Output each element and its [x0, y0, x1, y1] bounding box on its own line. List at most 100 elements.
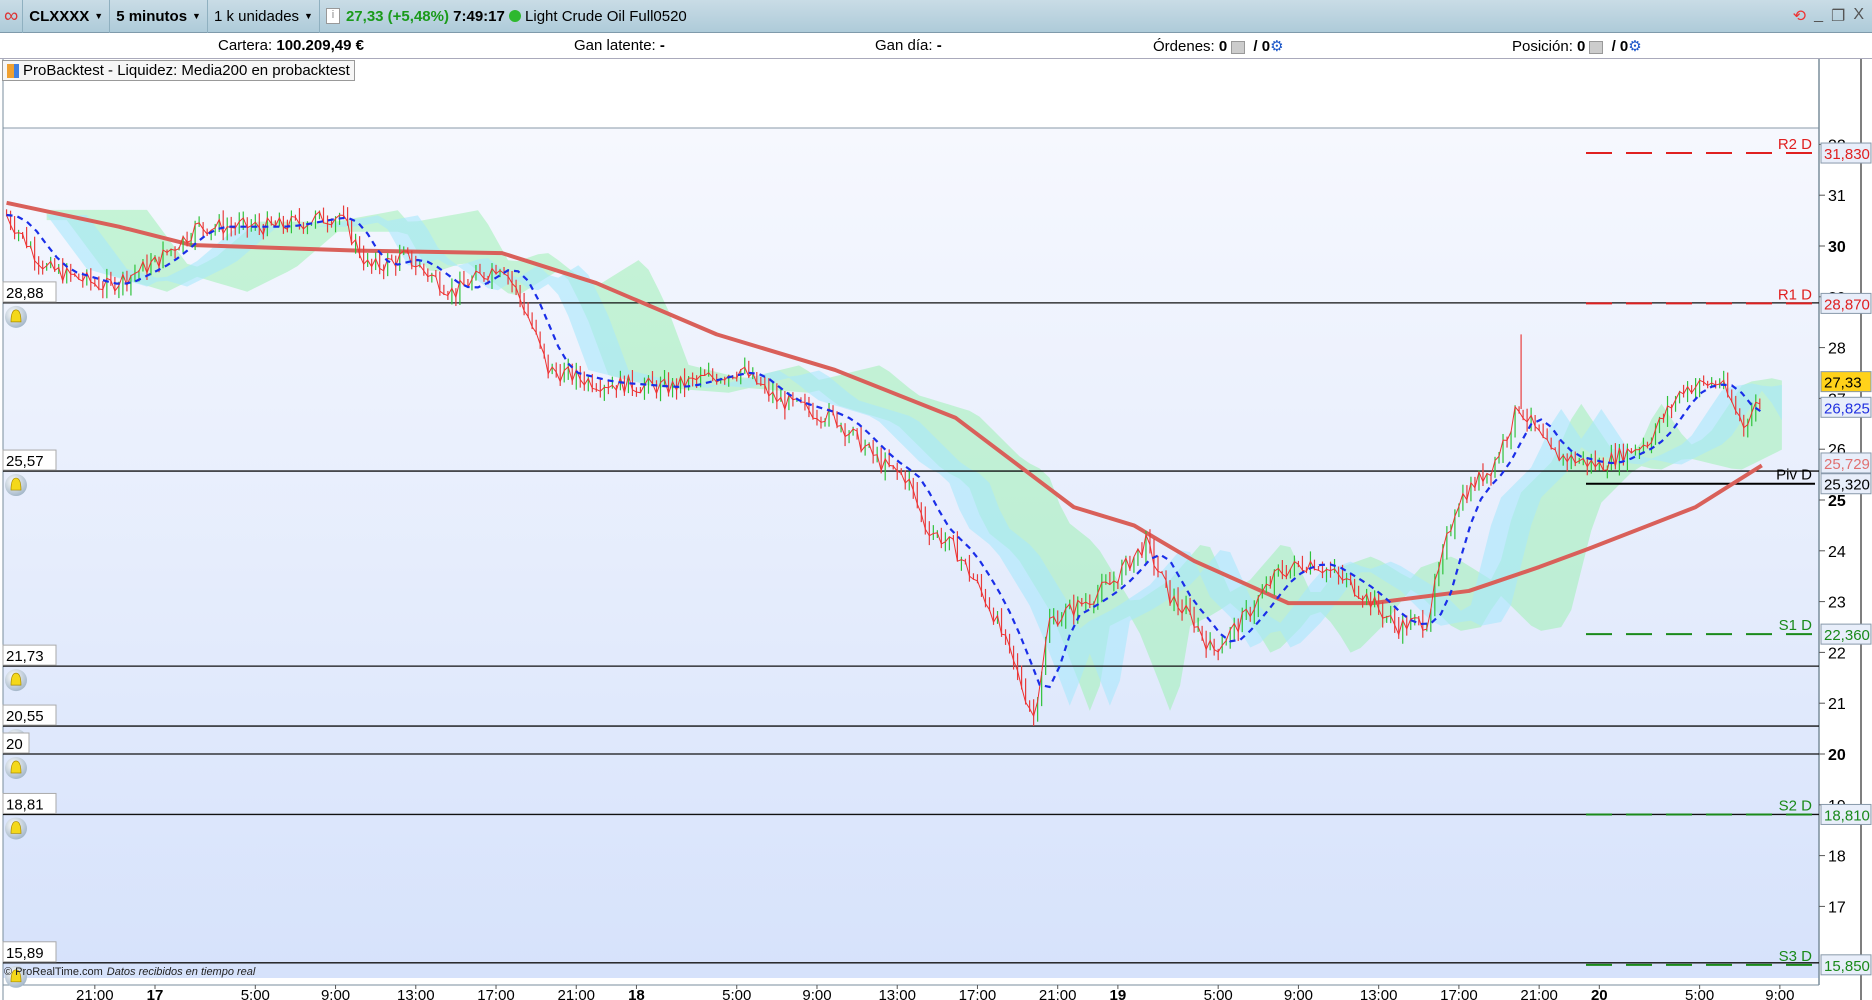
close-button[interactable]: X — [1853, 6, 1864, 26]
y-tick-label: 31 — [1828, 188, 1846, 205]
y-tick-label: 21 — [1828, 696, 1846, 713]
cartera-label: Cartera: — [218, 37, 273, 54]
bell-icon-glyph — [10, 821, 22, 834]
posicion-label: Posición: — [1512, 38, 1573, 55]
instrument-name: Light Crude Oil Full0520 — [525, 7, 687, 25]
footer: © ProRealTime.com Datos recibidos en tiem… — [4, 966, 255, 978]
x-tick-label: 9:00 — [1284, 987, 1313, 1000]
x-tick-label: 5:00 — [722, 987, 751, 1000]
price-chart[interactable]: 28,88 25,57 21,73 20,55 20 18,81 15,89 R2 D R1 D… — [0, 59, 1872, 1000]
indicator-legend[interactable]: ProBacktest - Liquidez: Media200 en prob… — [2, 60, 355, 81]
x-tick-label: 17 — [147, 987, 164, 1000]
posicion: Posición: 0 / 0⚙ — [1512, 37, 1642, 55]
account-bar: Cartera: 100.209,49 € Gan latente: - Gan… — [0, 33, 1872, 59]
pivot-value: 25,320 — [1824, 477, 1870, 494]
axis-value: 25,729 — [1824, 456, 1870, 473]
gear-icon[interactable]: ⚙ — [1628, 38, 1641, 55]
y-tick-label: 20 — [1828, 747, 1846, 764]
chevron-down-icon: ▼ — [94, 11, 104, 21]
toolbar: ∞ CLXXXX ▼ 5 minutos ▼ 1 k unidades ▼ i 27,… — [0, 0, 1872, 33]
y-tick-label: 24 — [1828, 544, 1846, 561]
data-status: Datos recibidos en tiempo real — [106, 966, 256, 978]
price-change: 27,33 (+5,48%) — [345, 7, 449, 25]
x-tick-label: 17:00 — [1440, 987, 1478, 1000]
pivot-name: R2 D — [1778, 136, 1812, 153]
gan-latente: Gan latente: - — [574, 37, 665, 54]
symbol-selector[interactable]: CLXXXX ▼ — [23, 0, 111, 33]
posicion-value2: / 0 — [1611, 38, 1629, 55]
gear-icon[interactable]: ⚙ — [1270, 38, 1283, 55]
gan-latente-label: Gan latente: — [574, 37, 656, 54]
axis-value: 26,825 — [1824, 400, 1870, 417]
x-tick-label: 9:00 — [321, 987, 350, 1000]
pivot-name: R1 D — [1778, 286, 1812, 303]
x-tick-label: 21:00 — [557, 987, 595, 1000]
x-tick-label: 5:00 — [241, 987, 270, 1000]
restore-button[interactable]: ❐ — [1831, 6, 1845, 26]
symbol-label: CLXXXX — [29, 7, 90, 25]
units-selector[interactable]: 1 k unidades ▼ — [208, 0, 320, 33]
ordenes: Órdenes: 0 / 0⚙ — [1153, 37, 1284, 55]
x-tick-label: 21:00 — [1520, 987, 1558, 1000]
gan-dia-value: - — [936, 37, 942, 54]
pivot-value: 31,830 — [1824, 146, 1870, 163]
alert-label: 28,88 — [6, 285, 44, 302]
chevron-down-icon: ▼ — [304, 11, 313, 21]
alert-label: 25,57 — [6, 453, 44, 470]
x-tick-label: 13:00 — [878, 987, 916, 1000]
close-position-icon[interactable] — [1589, 40, 1604, 54]
pivot-name: S2 D — [1779, 797, 1813, 814]
clock-time: 7:49:17 — [453, 7, 505, 25]
timeframe-selector[interactable]: 5 minutos ▼ — [110, 0, 208, 33]
y-tick-label: 23 — [1828, 595, 1846, 612]
pivot-name: S1 D — [1779, 617, 1813, 634]
timeframe-label: 5 minutos — [116, 7, 188, 25]
x-tick-label: 5:00 — [1685, 987, 1714, 1000]
y-tick-label: 22 — [1828, 645, 1846, 662]
y-tick-label: 17 — [1828, 899, 1846, 916]
bell-icon-glyph — [10, 477, 22, 491]
x-tick-label: 18 — [628, 987, 645, 1000]
minimize-button[interactable]: _ — [1814, 6, 1823, 26]
gan-dia-label: Gan día: — [875, 37, 933, 54]
status-dot-icon — [509, 10, 522, 22]
y-tick-label: 30 — [1828, 239, 1846, 256]
pivot-value: 28,870 — [1824, 296, 1870, 313]
y-tick-label: 28 — [1828, 341, 1846, 358]
pivot-value: 18,810 — [1824, 807, 1870, 824]
alert-label: 20 — [6, 736, 23, 753]
info-icon[interactable]: i — [325, 8, 340, 24]
gan-dia: Gan día: - — [875, 37, 942, 54]
pivot-name: Piv D — [1776, 467, 1812, 484]
quote-info: i 27,33 (+5,48%) 7:49:17 Light Crude Oil… — [320, 0, 693, 33]
x-tick-label: 20 — [1591, 987, 1608, 1000]
y-tick-label: 25 — [1828, 493, 1846, 510]
bell-icon-glyph — [10, 672, 22, 686]
alert-label: 21,73 — [6, 648, 44, 665]
refresh-icon[interactable]: ⟲ — [1793, 6, 1806, 26]
cartera: Cartera: 100.209,49 € — [218, 37, 364, 54]
bell-icon-glyph — [10, 760, 22, 774]
pivot-value: 15,850 — [1824, 958, 1870, 975]
copyright: © ProRealTime.com — [4, 966, 103, 978]
x-tick-label: 21:00 — [76, 987, 114, 1000]
pivot-value: 22,360 — [1824, 627, 1870, 644]
units-label: 1 k unidades — [213, 7, 300, 25]
x-tick-label: 13:00 — [1360, 987, 1398, 1000]
x-tick-label: 9:00 — [802, 987, 831, 1000]
cartera-value: 100.209,49 € — [276, 37, 364, 54]
pivot-name: S3 D — [1779, 948, 1813, 965]
ordenes-value: 0 — [1218, 38, 1228, 55]
gan-latente-value: - — [659, 37, 665, 54]
indicator-legend-label: ProBacktest - Liquidez: Media200 en prob… — [23, 62, 350, 79]
alert-label: 18,81 — [6, 796, 44, 813]
posicion-value: 0 — [1577, 38, 1586, 55]
ordenes-label: Órdenes: — [1153, 38, 1215, 55]
x-tick-label: 17:00 — [477, 987, 515, 1000]
link-icon[interactable]: ∞ — [0, 0, 24, 33]
x-tick-label: 5:00 — [1204, 987, 1233, 1000]
cancel-orders-icon[interactable] — [1231, 40, 1246, 54]
bell-icon-glyph — [10, 309, 22, 323]
x-tick-label: 13:00 — [397, 987, 435, 1000]
x-tick-label: 19 — [1110, 987, 1127, 1000]
